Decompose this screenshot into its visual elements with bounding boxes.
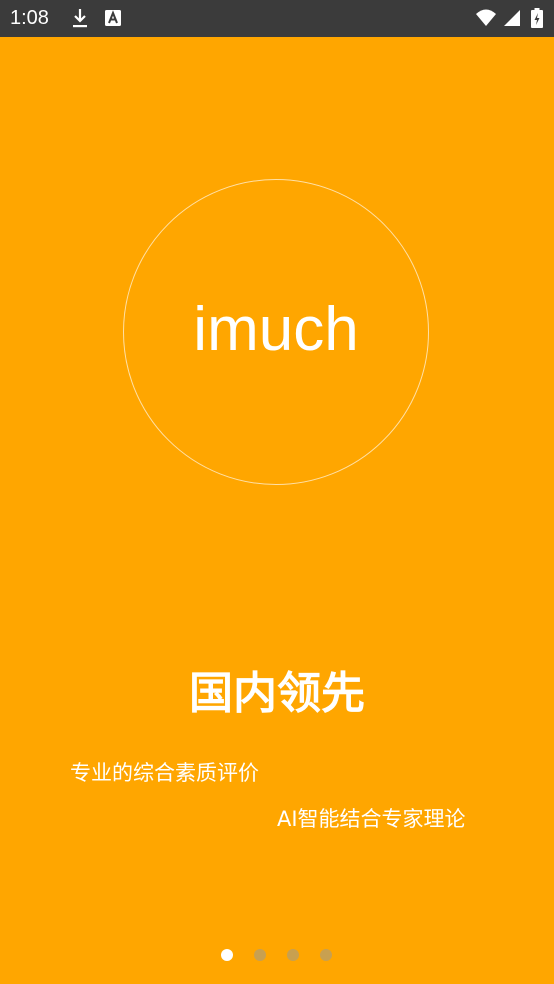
- status-time: 1:08: [10, 7, 49, 29]
- onboarding-headline: 国内领先: [189, 668, 365, 719]
- onboarding-screen[interactable]: imuch 国内领先 专业的综合素质评价 AI智能结合专家理论: [0, 37, 554, 984]
- signal-icon: [504, 10, 520, 26]
- battery-icon: [531, 8, 543, 28]
- onboarding-line-1: 专业的综合素质评价: [70, 761, 259, 785]
- onboarding-line-2: AI智能结合专家理论: [277, 807, 466, 831]
- text-a-icon: [105, 10, 121, 26]
- download-icon: [73, 9, 87, 28]
- page-dot[interactable]: [320, 949, 332, 961]
- wifi-icon: [476, 9, 496, 26]
- page-indicator: [221, 949, 332, 961]
- page-dot[interactable]: [254, 949, 266, 961]
- logo-text: imuch: [193, 295, 359, 364]
- logo-circle: imuch: [123, 179, 429, 485]
- page-dot-active[interactable]: [221, 949, 233, 961]
- page-dot[interactable]: [287, 949, 299, 961]
- status-bar: 1:08: [0, 0, 554, 37]
